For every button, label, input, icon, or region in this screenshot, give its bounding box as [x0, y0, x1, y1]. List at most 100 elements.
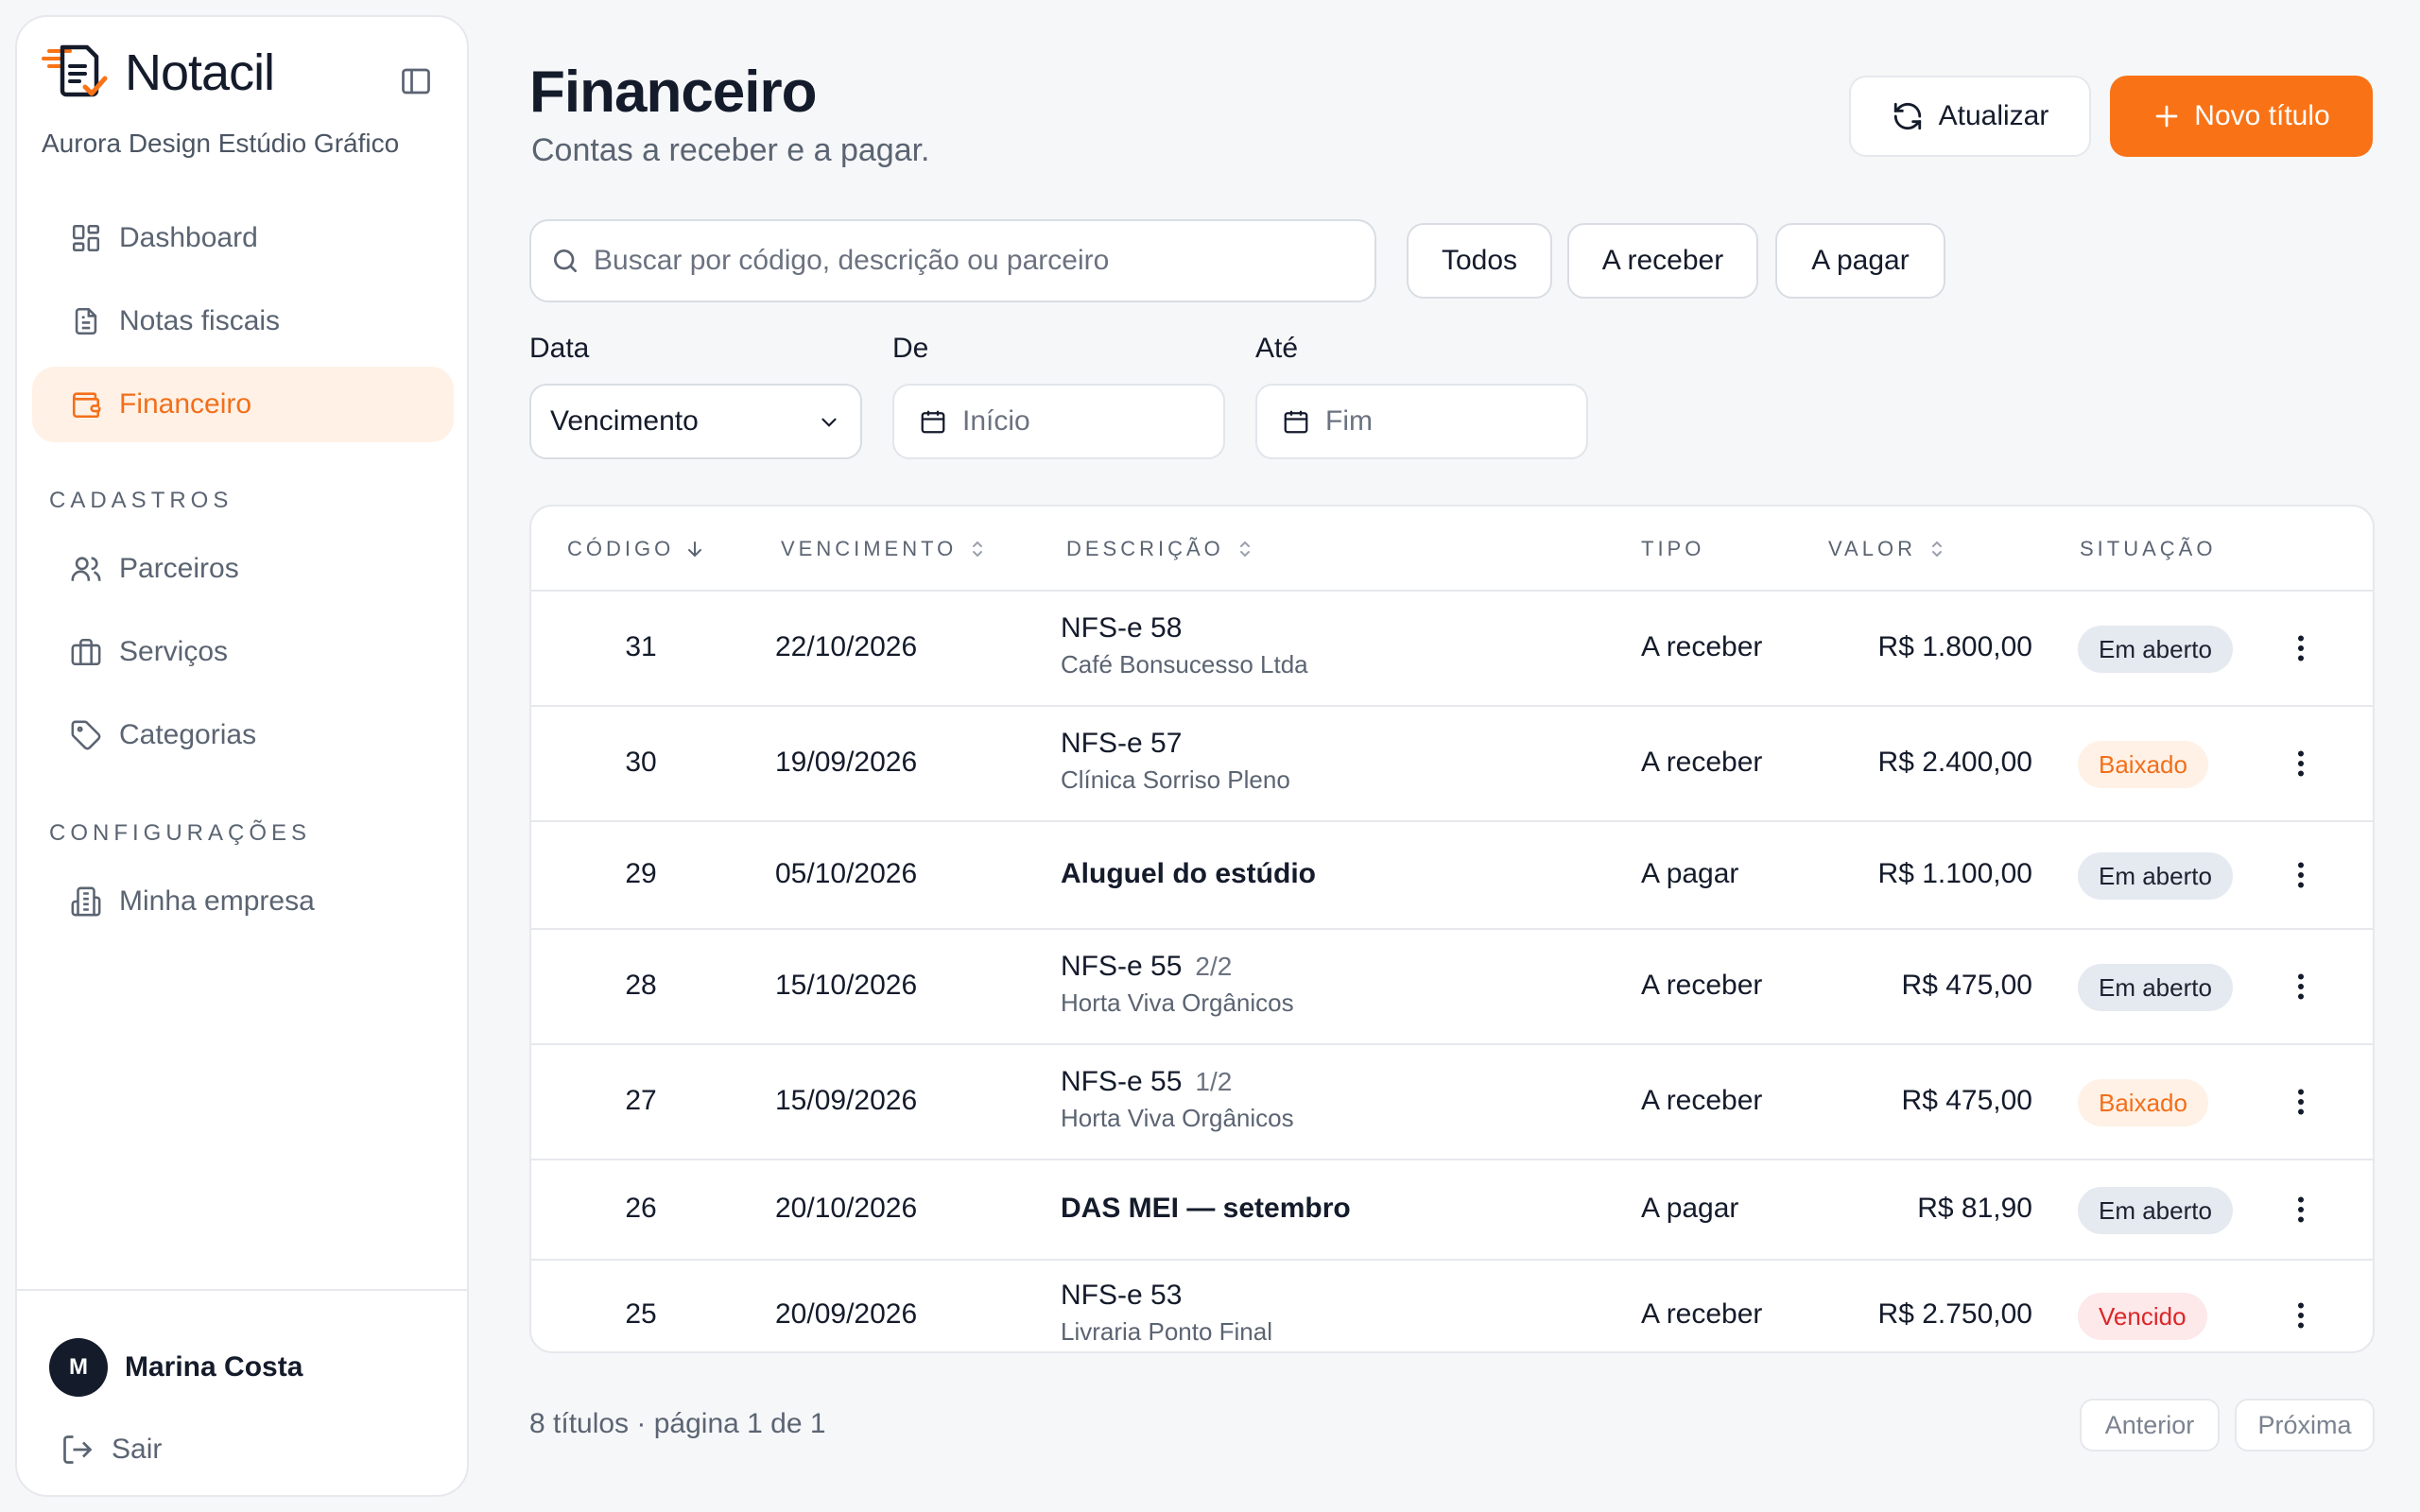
- search-icon: [554, 249, 577, 272]
- row-due-date: 15/10/2026: [775, 970, 918, 1001]
- main-nav: Dashboard Notas fiscais Financeiro: [32, 200, 454, 450]
- sort-icon: [1239, 541, 1250, 558]
- table-row[interactable]: 27 15/09/2026 NFS-e 55 1/2 Horta Viva Org…: [531, 1045, 2373, 1160]
- sort-icon: [1931, 541, 1942, 558]
- avatar[interactable]: M: [49, 1338, 108, 1397]
- user-name: Marina Costa: [125, 1351, 303, 1383]
- sidebar-item-dashboard[interactable]: Dashboard: [32, 200, 454, 276]
- status-badge: Baixado: [2078, 741, 2208, 788]
- installment-label: 2/2: [1195, 952, 1233, 981]
- sidebar-item-label: Parceiros: [119, 553, 239, 584]
- cadastros-nav: Parceiros Serviços Categorias: [32, 531, 454, 781]
- sidebar-item-categorias[interactable]: Categorias: [32, 697, 454, 773]
- sidebar-item-parceiros[interactable]: Parceiros: [32, 531, 454, 607]
- search-box: [529, 219, 1376, 302]
- table-header: CÓDIGO VENCIMENTO DESCRIÇÃO TIPO VALOR S…: [531, 507, 2373, 592]
- sidebar-item-minha-empresa[interactable]: Minha empresa: [32, 864, 454, 939]
- row-description: NFS-e 57 Clínica Sorriso Pleno: [1061, 728, 1290, 795]
- page-title: Financeiro: [529, 60, 818, 125]
- row-description-text: NFS-e 55: [1061, 951, 1183, 982]
- sidebar-footer: M Marina Costa Sair: [17, 1289, 467, 1465]
- sidebar-item-label: Notas fiscais: [119, 305, 281, 336]
- row-description: Aluguel do estúdio: [1061, 858, 1316, 890]
- filter-todos[interactable]: Todos: [1407, 223, 1552, 299]
- new-title-button[interactable]: Novo título: [2110, 76, 2373, 157]
- calendar-icon: [921, 410, 945, 434]
- row-code: 28: [625, 970, 657, 1001]
- row-description: DAS MEI — setembro: [1061, 1193, 1351, 1225]
- page-subtitle: Contas a receber e a pagar.: [531, 132, 930, 168]
- row-due-date: 22/10/2026: [775, 631, 918, 662]
- column-header-value[interactable]: VALOR: [1828, 537, 1948, 561]
- status-badge: Em aberto: [2078, 964, 2233, 1011]
- filter-a-receber[interactable]: A receber: [1567, 223, 1758, 299]
- document-icon: [75, 307, 97, 335]
- column-header-description[interactable]: DESCRIÇÃO: [1066, 537, 1256, 561]
- row-description-title: Aluguel do estúdio: [1061, 858, 1316, 889]
- more-options-icon[interactable]: [2284, 1085, 2318, 1119]
- column-header-label: DESCRIÇÃO: [1066, 537, 1224, 560]
- table-row[interactable]: 26 20/10/2026 DAS MEI — setembro A pagar…: [531, 1160, 2373, 1261]
- installment-label: 1/2: [1195, 1067, 1233, 1096]
- sidebar-item-label: Serviços: [119, 636, 229, 667]
- row-description-title: NFS-e 55 1/2: [1061, 1066, 1294, 1098]
- column-header-label: VALOR: [1828, 537, 1916, 560]
- row-value: R$ 1.100,00: [1877, 858, 2032, 889]
- brand-logo[interactable]: Notacil: [40, 38, 275, 108]
- row-code: 29: [625, 858, 657, 889]
- row-type: A receber: [1641, 1085, 1763, 1116]
- row-code: 25: [625, 1298, 657, 1330]
- more-options-icon[interactable]: [2284, 1298, 2318, 1332]
- logout-button[interactable]: Sair: [60, 1433, 162, 1467]
- row-value: R$ 2.400,00: [1877, 747, 2032, 778]
- sidebar-item-label: Dashboard: [119, 222, 258, 253]
- refresh-icon: [1893, 102, 1921, 130]
- more-options-icon[interactable]: [2284, 858, 2318, 892]
- row-description: NFS-e 55 2/2 Horta Viva Orgânicos: [1061, 951, 1294, 1018]
- row-code: 26: [625, 1193, 657, 1224]
- next-page-button[interactable]: Próxima: [2235, 1399, 2375, 1452]
- from-date-input[interactable]: Início: [892, 384, 1225, 459]
- sidebar-item-financeiro[interactable]: Financeiro: [32, 367, 454, 442]
- sidebar-collapse-icon[interactable]: [399, 64, 433, 98]
- more-options-icon[interactable]: [2284, 970, 2318, 1004]
- table-row[interactable]: 28 15/10/2026 NFS-e 55 2/2 Horta Viva Org…: [531, 930, 2373, 1045]
- refresh-label: Atualizar: [1938, 100, 2049, 131]
- row-description-title: NFS-e 58: [1061, 612, 1183, 644]
- company-name: Aurora Design Estúdio Gráfico: [42, 129, 400, 158]
- row-value: R$ 475,00: [1901, 1085, 2032, 1116]
- calendar-icon: [1284, 410, 1308, 434]
- column-header-due[interactable]: VENCIMENTO: [781, 537, 989, 561]
- table-row[interactable]: 25 20/09/2026 NFS-e 53 Livraria Ponto Fi…: [531, 1261, 2373, 1351]
- new-title-label: Novo título: [2194, 100, 2330, 131]
- status-badge: Baixado: [2078, 1079, 2208, 1126]
- more-options-icon[interactable]: [2284, 631, 2318, 665]
- to-date-label: Até: [1255, 333, 1299, 364]
- filter-a-pagar[interactable]: A pagar: [1775, 223, 1945, 299]
- sidebar-item-label: Minha empresa: [119, 885, 315, 917]
- row-value: R$ 1.800,00: [1877, 631, 2032, 662]
- table-row[interactable]: 29 05/10/2026 Aluguel do estúdio A pagar…: [531, 822, 2373, 930]
- plus-icon: [2155, 105, 2178, 128]
- search-input[interactable]: [594, 245, 1350, 277]
- row-description-text: NFS-e 55: [1061, 1066, 1183, 1097]
- sidebar-item-servicos[interactable]: Serviços: [32, 614, 454, 690]
- sidebar-item-notas-fiscais[interactable]: Notas fiscais: [32, 284, 454, 359]
- more-options-icon[interactable]: [2284, 747, 2318, 781]
- column-header-status: SITUAÇÃO: [2080, 537, 2217, 560]
- to-date-input[interactable]: Fim: [1255, 384, 1588, 459]
- dashboard-icon: [72, 224, 100, 252]
- date-type-select[interactable]: Vencimento: [529, 384, 862, 459]
- row-partner: Horta Viva Orgânicos: [1061, 1104, 1294, 1132]
- row-partner: Horta Viva Orgânicos: [1061, 988, 1294, 1017]
- previous-page-button[interactable]: Anterior: [2080, 1399, 2220, 1452]
- sort-icon: [973, 541, 983, 558]
- refresh-button[interactable]: Atualizar: [1849, 76, 2091, 157]
- column-header-code[interactable]: CÓDIGO: [567, 537, 706, 561]
- to-date-placeholder: Fim: [1325, 405, 1373, 437]
- from-date-label: De: [892, 333, 929, 364]
- table-row[interactable]: 30 19/09/2026 NFS-e 57 Clínica Sorriso P…: [531, 707, 2373, 822]
- more-options-icon[interactable]: [2284, 1193, 2318, 1227]
- table-row[interactable]: 31 22/10/2026 NFS-e 58 Café Bonsucesso L…: [531, 592, 2373, 707]
- users-icon: [71, 557, 101, 581]
